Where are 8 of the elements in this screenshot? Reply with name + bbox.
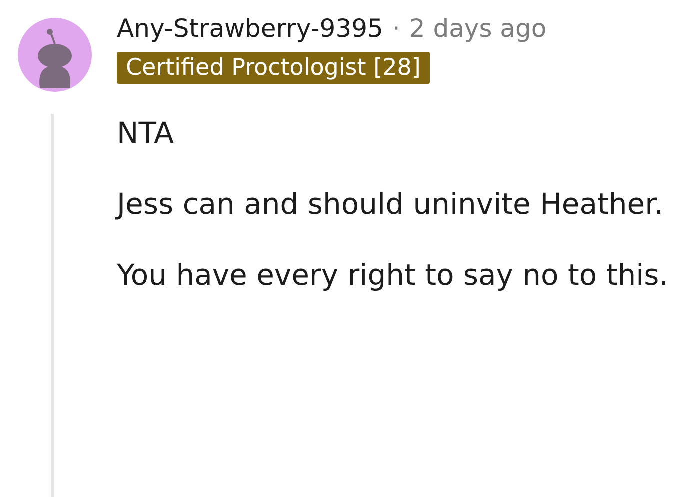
- timestamp: 2 days ago: [409, 14, 547, 43]
- avatar-icon: [18, 18, 92, 92]
- comment-paragraph: Jess can and should uninvite Heather.: [117, 186, 665, 223]
- user-flair: Certified Proctologist [28]: [117, 52, 430, 84]
- separator: ·: [392, 14, 400, 43]
- comment-paragraph: NTA: [117, 115, 175, 152]
- username[interactable]: Any-Strawberry-9395: [117, 14, 384, 43]
- comment-paragraph: You have every right to say no to this.: [117, 257, 670, 294]
